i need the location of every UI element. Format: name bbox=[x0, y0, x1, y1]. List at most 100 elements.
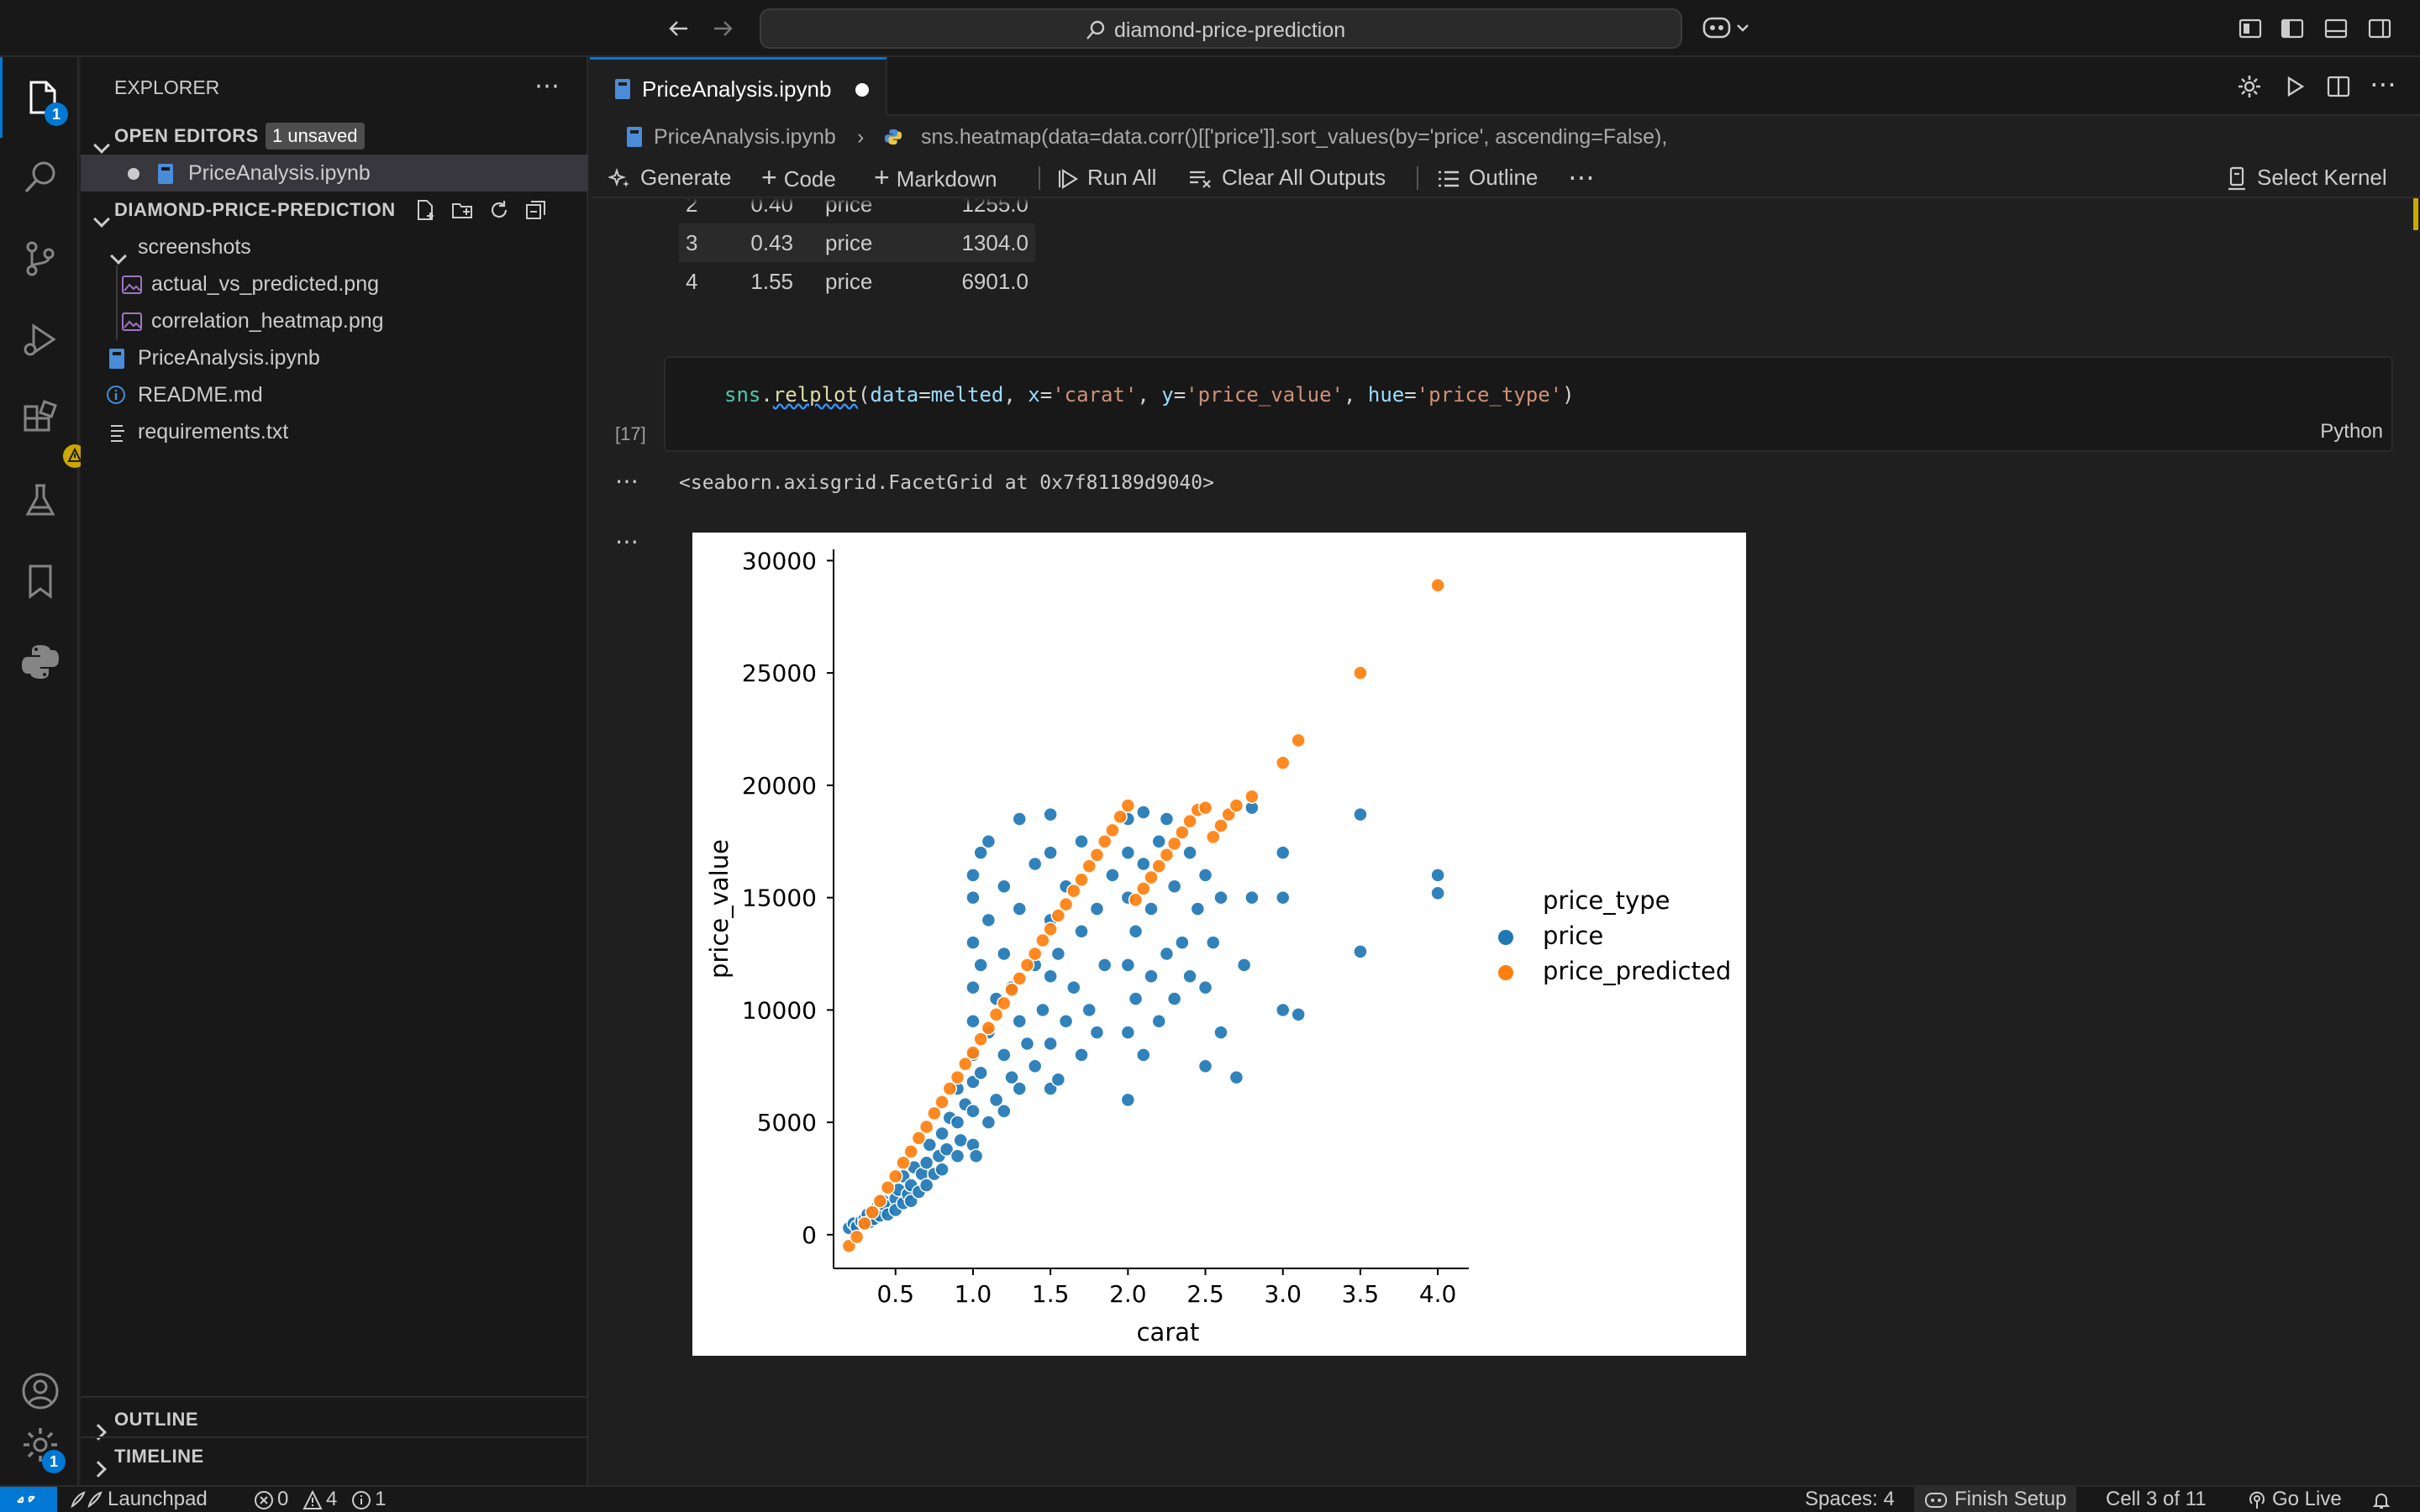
output-more-icon[interactable]: ⋯ bbox=[615, 467, 639, 495]
generate-button[interactable]: Generate bbox=[608, 156, 731, 198]
split-editor-icon[interactable] bbox=[2326, 74, 2351, 99]
sparkle-icon bbox=[608, 167, 632, 191]
run-all-button[interactable]: Run All bbox=[1057, 156, 1156, 198]
bell-icon[interactable] bbox=[2371, 1490, 2391, 1512]
info-icon bbox=[351, 1490, 371, 1510]
extensions-activity[interactable] bbox=[0, 380, 87, 468]
indentation-item[interactable]: Spaces: 4 bbox=[1805, 1487, 1895, 1512]
search-icon bbox=[1084, 18, 1107, 42]
finish-setup-item[interactable]: Finish Setup bbox=[1914, 1487, 2077, 1512]
timeline-header[interactable]: TIMELINE bbox=[81, 1438, 588, 1478]
tab-price-analysis[interactable]: PriceAnalysis.ipynb bbox=[590, 57, 887, 116]
data-point-price-predicted bbox=[872, 1194, 888, 1209]
x-tick-label: 3.5 bbox=[1342, 1280, 1380, 1308]
data-point-price-predicted bbox=[1291, 732, 1306, 748]
cell-position-item[interactable]: Cell 3 of 11 bbox=[2106, 1487, 2207, 1512]
search-label: diamond-price-prediction bbox=[1114, 18, 1346, 42]
dataframe-output: 2 0.40 price 1255.0 3 0.43 price 1304.0 … bbox=[679, 198, 1035, 301]
select-kernel-button[interactable]: Select Kernel bbox=[2227, 156, 2387, 198]
data-point-price-predicted bbox=[965, 1045, 981, 1060]
toggle-panel-icon[interactable] bbox=[2324, 17, 2348, 40]
scatter-plot: 0.5 1.0 1.5 2.0 2.5 3.0 3.5 4.0 0 5000 10000 15000 2… bbox=[692, 533, 1746, 1356]
explorer-more-icon[interactable]: ⋯ bbox=[534, 74, 560, 99]
launchpad-item[interactable]: Launchpad bbox=[69, 1487, 208, 1512]
file-label: actual_vs_predicted.png bbox=[151, 272, 380, 296]
unsaved-dot-icon[interactable] bbox=[855, 83, 869, 97]
explorer-activity[interactable]: 1 bbox=[0, 57, 79, 138]
go-live-item[interactable]: Go Live bbox=[2247, 1487, 2342, 1512]
folder-screenshots[interactable]: screenshots bbox=[81, 228, 588, 265]
file-item[interactable]: requirements.txt bbox=[81, 413, 588, 450]
manage-activity[interactable]: 1 bbox=[0, 1404, 79, 1485]
back-arrow-icon[interactable] bbox=[666, 15, 692, 42]
editor-tabs: PriceAnalysis.ipynb ⋯ bbox=[590, 57, 2420, 116]
open-editors-header[interactable]: OPEN EDITORS 1 unsaved bbox=[81, 118, 588, 155]
project-header[interactable]: DIAMOND-PRICE-PREDICTION bbox=[81, 192, 588, 228]
outline-button[interactable]: Outline bbox=[1437, 156, 1538, 198]
add-markdown-button[interactable]: + Markdown bbox=[874, 156, 997, 198]
unsaved-badge: 1 unsaved bbox=[266, 123, 365, 150]
copilot-icon[interactable] bbox=[1701, 13, 1754, 44]
file-item[interactable]: correlation_heatmap.png bbox=[81, 302, 588, 339]
data-point-price-predicted bbox=[849, 1229, 865, 1245]
source-control-activity[interactable] bbox=[0, 218, 79, 299]
data-point-price bbox=[1058, 1014, 1074, 1029]
new-file-icon[interactable] bbox=[413, 198, 437, 222]
data-point-price bbox=[1136, 856, 1151, 872]
run-debug-activity[interactable] bbox=[0, 299, 79, 380]
add-code-label: Code bbox=[783, 166, 836, 192]
data-point-price bbox=[965, 1104, 981, 1119]
command-center-search[interactable]: diamond-price-prediction bbox=[760, 8, 1682, 49]
more-actions-icon[interactable]: ⋯ bbox=[2370, 71, 2396, 97]
search-activity[interactable] bbox=[0, 138, 79, 218]
execution-count: [17] bbox=[615, 423, 646, 444]
unsaved-dot-icon bbox=[128, 168, 139, 180]
legend-entry: price bbox=[1543, 921, 1603, 950]
run-icon[interactable] bbox=[2282, 74, 2307, 99]
clear-all-icon bbox=[1188, 167, 1213, 191]
forward-arrow-icon[interactable] bbox=[709, 15, 736, 42]
x-tick-label: 2.5 bbox=[1186, 1280, 1224, 1308]
breadcrumb: PriceAnalysis.ipynb › sns.heatmap(data=d… bbox=[590, 118, 2420, 156]
data-point-price bbox=[1120, 1025, 1136, 1040]
explorer-badge: 1 bbox=[45, 102, 68, 126]
cell-language[interactable]: Python bbox=[2320, 420, 2383, 444]
code-line[interactable]: sns.relplot(data=melted, x='carat', y='p… bbox=[724, 383, 1575, 407]
tab-label: PriceAnalysis.ipynb bbox=[642, 76, 832, 102]
project-label: DIAMOND-PRICE-PREDICTION bbox=[114, 199, 396, 220]
file-item[interactable]: PriceAnalysis.ipynb bbox=[81, 339, 588, 376]
outline-header[interactable]: OUTLINE bbox=[81, 1401, 588, 1441]
breadcrumb-code[interactable]: sns.heatmap(data=data.corr()[['price']].… bbox=[921, 118, 1667, 156]
collapse-all-icon[interactable] bbox=[524, 198, 548, 222]
toolbar-more-icon[interactable]: ⋯ bbox=[1568, 156, 1595, 198]
refresh-icon[interactable] bbox=[487, 198, 511, 222]
file-item[interactable]: README.md bbox=[81, 376, 588, 413]
remote-indicator[interactable] bbox=[0, 1487, 57, 1512]
toolbar-divider bbox=[1417, 166, 1418, 190]
info-count: 1 bbox=[375, 1488, 387, 1510]
bookmarks-activity[interactable] bbox=[0, 541, 79, 622]
breadcrumb-file[interactable]: PriceAnalysis.ipynb bbox=[654, 118, 836, 156]
title-bar: diamond-price-prediction bbox=[0, 0, 2420, 57]
kernel-icon bbox=[2227, 166, 2247, 192]
testing-activity[interactable] bbox=[0, 460, 79, 541]
clear-outputs-button[interactable]: Clear All Outputs bbox=[1188, 156, 1386, 198]
data-point-price-predicted bbox=[1120, 798, 1136, 813]
code-cell[interactable]: sns.relplot(data=melted, x='carat', y='p… bbox=[664, 356, 2393, 452]
customize-layout-icon[interactable] bbox=[2238, 17, 2262, 40]
problems-item[interactable]: 0 4 1 bbox=[254, 1487, 386, 1512]
new-folder-icon[interactable] bbox=[450, 198, 474, 222]
toggle-primary-sidebar-icon[interactable] bbox=[2281, 17, 2304, 40]
file-item[interactable]: actual_vs_predicted.png bbox=[81, 265, 588, 302]
toggle-secondary-sidebar-icon[interactable] bbox=[2368, 17, 2391, 40]
data-point-price bbox=[1035, 1002, 1050, 1018]
output-more-icon[interactable]: ⋯ bbox=[615, 528, 639, 555]
python-activity[interactable] bbox=[0, 622, 79, 702]
gear-icon[interactable] bbox=[2237, 74, 2262, 99]
open-editor-item[interactable]: PriceAnalysis.ipynb bbox=[81, 155, 588, 192]
info-file-icon bbox=[106, 385, 126, 405]
data-point-price-predicted bbox=[981, 1021, 997, 1036]
status-bar: Launchpad 0 4 1 Spaces: 4 Finish Setup C… bbox=[0, 1485, 2420, 1512]
add-code-button[interactable]: + Code bbox=[761, 156, 836, 198]
file-label: correlation_heatmap.png bbox=[151, 309, 384, 333]
